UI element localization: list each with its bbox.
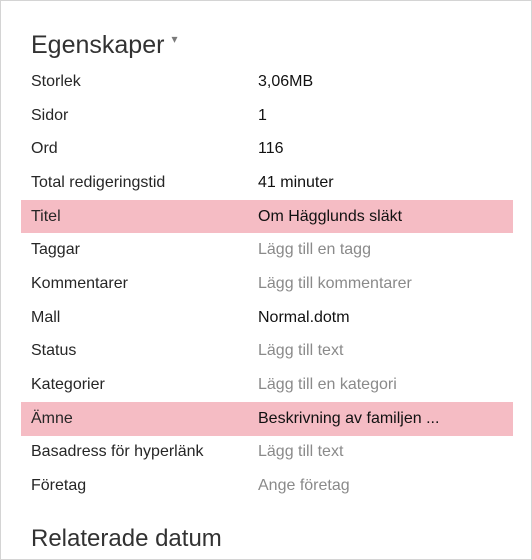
property-row-foretag: Företag Ange företag [21, 469, 513, 503]
property-row-titel: Titel Om Hägglunds släkt [21, 199, 513, 234]
properties-section-header[interactable]: Egenskaper ▾ [31, 27, 177, 63]
property-row-amne: Ämne Beskrivning av familjen ... [21, 401, 513, 436]
property-label: Företag [31, 477, 87, 495]
template-value: Normal.dotm [258, 308, 350, 326]
properties-list: Storlek 3,06MB Sidor 1 Ord 116 Total red… [21, 65, 513, 503]
property-label: Basadress för hyperlänk [31, 443, 204, 461]
property-row-mall: Mall Normal.dotm [21, 301, 513, 335]
property-label: Sidor [31, 106, 69, 124]
property-row-status: Status Lägg till text [21, 335, 513, 369]
property-label: Ord [31, 140, 58, 158]
properties-section-title: Egenskaper [31, 30, 165, 59]
comments-field[interactable]: Lägg till kommentarer [258, 275, 412, 293]
document-properties-panel: Egenskaper ▾ Storlek 3,06MB Sidor 1 Ord … [0, 0, 532, 560]
property-value-words: 116 [258, 140, 284, 158]
status-field[interactable]: Lägg till text [258, 342, 343, 360]
property-label: Ämne [31, 409, 73, 427]
property-label: Storlek [31, 72, 81, 90]
tags-field[interactable]: Lägg till en tagg [258, 241, 371, 259]
property-label: Taggar [31, 241, 80, 259]
title-field[interactable]: Om Hägglunds släkt [258, 208, 402, 226]
property-value-editing-time: 41 minuter [258, 173, 334, 191]
property-label: Kommentarer [31, 274, 128, 292]
property-row-kategorier: Kategorier Lägg till en kategori [21, 368, 513, 402]
property-value-size: 3,06MB [258, 72, 314, 90]
property-value-pages: 1 [258, 106, 267, 124]
subject-field[interactable]: Beskrivning av familjen ... [258, 410, 439, 428]
company-field[interactable]: Ange företag [258, 477, 350, 495]
property-row-hyperlink-base: Basadress för hyperlänk Lägg till text [21, 436, 513, 470]
property-row-sidor: Sidor 1 [21, 99, 513, 133]
property-row-total-editing-time: Total redigeringstid 41 minuter [21, 166, 513, 200]
property-label: Status [31, 342, 77, 360]
property-row-kommentarer: Kommentarer Lägg till kommentarer [21, 267, 513, 301]
chevron-down-icon[interactable]: ▾ [171, 32, 177, 46]
property-label: Total redigeringstid [31, 173, 166, 191]
property-label: Titel [31, 207, 61, 225]
property-label: Mall [31, 308, 61, 326]
related-dates-section-title: Relaterade datum [31, 525, 222, 552]
property-row-taggar: Taggar Lägg till en tagg [21, 233, 513, 267]
categories-field[interactable]: Lägg till en kategori [258, 376, 397, 394]
property-row-ord: Ord 116 [21, 132, 513, 166]
property-row-storlek: Storlek 3,06MB [21, 65, 513, 99]
property-label: Kategorier [31, 376, 105, 394]
hyperlink-base-field[interactable]: Lägg till text [258, 443, 343, 461]
